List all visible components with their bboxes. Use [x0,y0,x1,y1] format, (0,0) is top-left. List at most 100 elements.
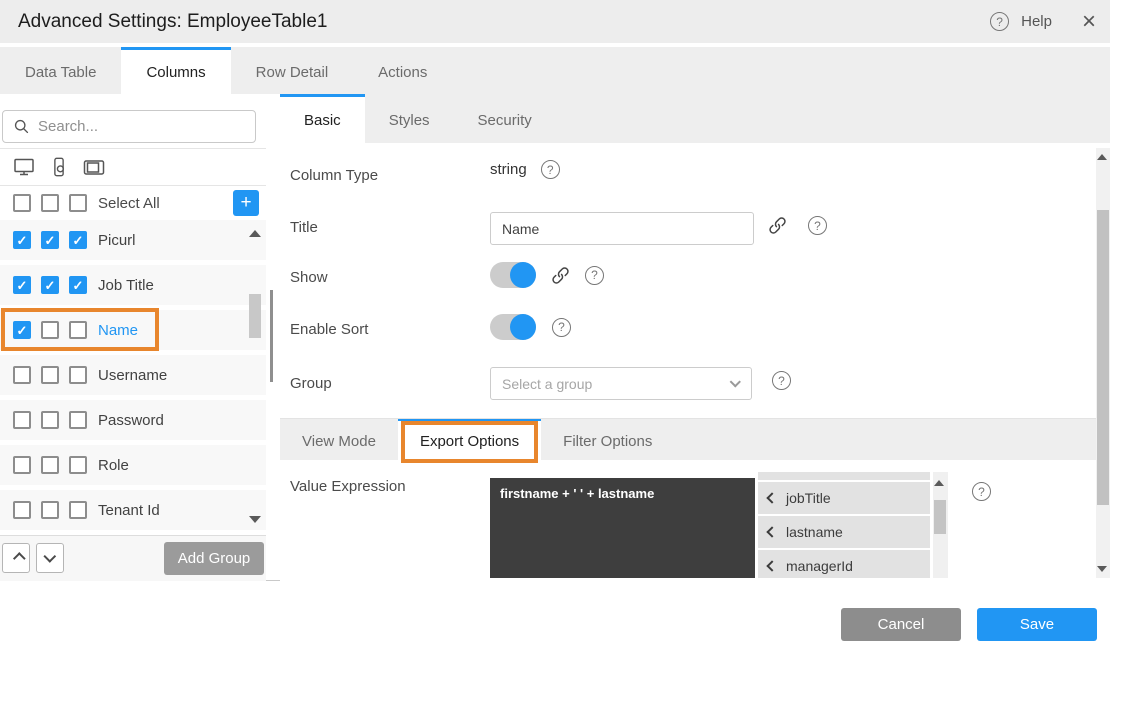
checkbox[interactable] [41,411,59,429]
help-icon[interactable] [972,482,991,501]
scroll-down-icon[interactable] [249,516,261,523]
subtab-export-options[interactable]: Export Options [398,419,541,461]
checkbox[interactable] [41,366,59,384]
checkbox[interactable] [13,456,31,474]
tab-actions[interactable]: Actions [353,47,452,94]
chevron-down-icon [43,550,56,563]
title-input[interactable] [490,212,754,245]
tab-row-detail[interactable]: Row Detail [231,47,354,94]
checkbox[interactable] [41,231,59,249]
checkbox[interactable] [69,456,87,474]
tab-basic[interactable]: Basic [280,94,365,143]
tab-security[interactable]: Security [454,94,556,143]
add-group-button[interactable]: Add Group [164,542,264,575]
checkbox[interactable] [69,411,87,429]
column-row-tenant-id[interactable]: Tenant Id [0,490,266,530]
checkbox[interactable] [13,276,31,294]
column-type-value: string [490,161,527,178]
field-item-lastname[interactable]: lastname [758,516,930,548]
checkbox[interactable] [41,321,59,339]
column-settings-panel: BasicStylesSecurity Column Type string T… [280,94,1110,581]
link-icon[interactable] [767,215,788,236]
advanced-settings-dialog: Advanced Settings: EmployeeTable1 Help ×… [0,0,1110,581]
column-label: Tenant Id [98,502,160,519]
desktop-icon[interactable] [12,155,36,179]
help-icon[interactable] [541,160,560,179]
panel-scrollbar[interactable] [1096,148,1110,578]
tab-styles[interactable]: Styles [365,94,454,143]
help-icon[interactable] [990,12,1009,31]
close-icon[interactable]: × [1082,10,1096,34]
scroll-down-icon[interactable] [1097,566,1107,572]
cancel-button[interactable]: Cancel [841,608,961,641]
search-input[interactable] [38,118,228,135]
column-row-name[interactable]: Name [0,310,266,350]
value-expression-editor[interactable]: firstname + ' ' + lastname [490,478,755,578]
scroll-up-icon[interactable] [934,480,944,486]
field-list-scrollbar-thumb[interactable] [934,500,946,534]
dialog-header: Advanced Settings: EmployeeTable1 Help × [0,0,1110,43]
tablet-icon[interactable] [82,155,106,179]
enable-sort-toggle[interactable] [490,314,536,340]
save-button[interactable]: Save [977,608,1097,641]
sidebar-scrollbar-thumb[interactable] [249,294,261,338]
column-row-role[interactable]: Role [0,445,266,485]
checkbox[interactable] [41,276,59,294]
checkbox[interactable] [41,194,59,212]
add-column-button[interactable]: + [233,190,259,216]
move-up-button[interactable] [2,543,30,573]
show-toggle[interactable] [490,262,536,288]
link-icon[interactable] [550,265,571,286]
field-item-jobtitle[interactable]: jobTitle [758,482,930,514]
sidebar-bottom-bar: Add Group [0,535,266,581]
column-type-value-row: string [490,160,560,179]
column-row-picurl[interactable]: Picurl [0,220,266,260]
search-box[interactable] [2,110,256,143]
checkbox[interactable] [69,366,87,384]
field-item-firstname[interactable]: firstname [758,472,930,480]
help-icon[interactable] [772,371,791,390]
checkbox[interactable] [41,456,59,474]
group-select[interactable]: Select a group [490,367,752,400]
subtab-view-mode[interactable]: View Mode [280,419,398,461]
scroll-up-icon[interactable] [249,230,261,237]
help-label[interactable]: Help [1021,13,1052,30]
show-control-row [490,262,604,288]
subtab-filter-options[interactable]: Filter Options [541,419,674,461]
checkbox[interactable] [13,501,31,519]
tab-columns[interactable]: Columns [121,47,230,94]
checkbox[interactable] [69,276,87,294]
field-list-scrollbar[interactable] [933,472,948,578]
column-row-password[interactable]: Password [0,400,266,440]
checkbox[interactable] [69,501,87,519]
checkbox[interactable] [69,321,87,339]
checkbox[interactable] [69,231,87,249]
column-row-job-title[interactable]: Job Title [0,265,266,305]
checkbox[interactable] [13,321,31,339]
show-label: Show [290,269,328,286]
enable-sort-control-row [490,314,571,340]
checkbox[interactable] [13,194,31,212]
mobile-icon[interactable] [48,155,70,179]
column-row-username[interactable]: Username [0,355,266,395]
checkbox[interactable] [69,194,87,212]
expression-field-list: firstname jobTitlelastnamemanagerId [758,472,930,578]
help-icon[interactable] [808,216,827,235]
subtab-bar: View ModeExport OptionsFilter Options [280,418,1096,460]
checkbox[interactable] [13,411,31,429]
checkbox[interactable] [13,231,31,249]
panel-scrollbar-thumb[interactable] [1097,210,1109,505]
column-label: Password [98,412,164,429]
tab-data-table[interactable]: Data Table [0,47,121,94]
checkbox[interactable] [41,501,59,519]
move-down-button[interactable] [36,543,64,573]
enable-sort-label: Enable Sort [290,321,368,338]
scroll-up-icon[interactable] [1097,154,1107,160]
select-all-label: Select All [98,195,160,212]
help-icon[interactable] [585,266,604,285]
checkbox[interactable] [13,366,31,384]
help-icon[interactable] [552,318,571,337]
sidebar-outer-scrollbar[interactable] [270,290,273,382]
field-item-managerid[interactable]: managerId [758,550,930,578]
select-all-row[interactable]: Select All [0,186,266,220]
